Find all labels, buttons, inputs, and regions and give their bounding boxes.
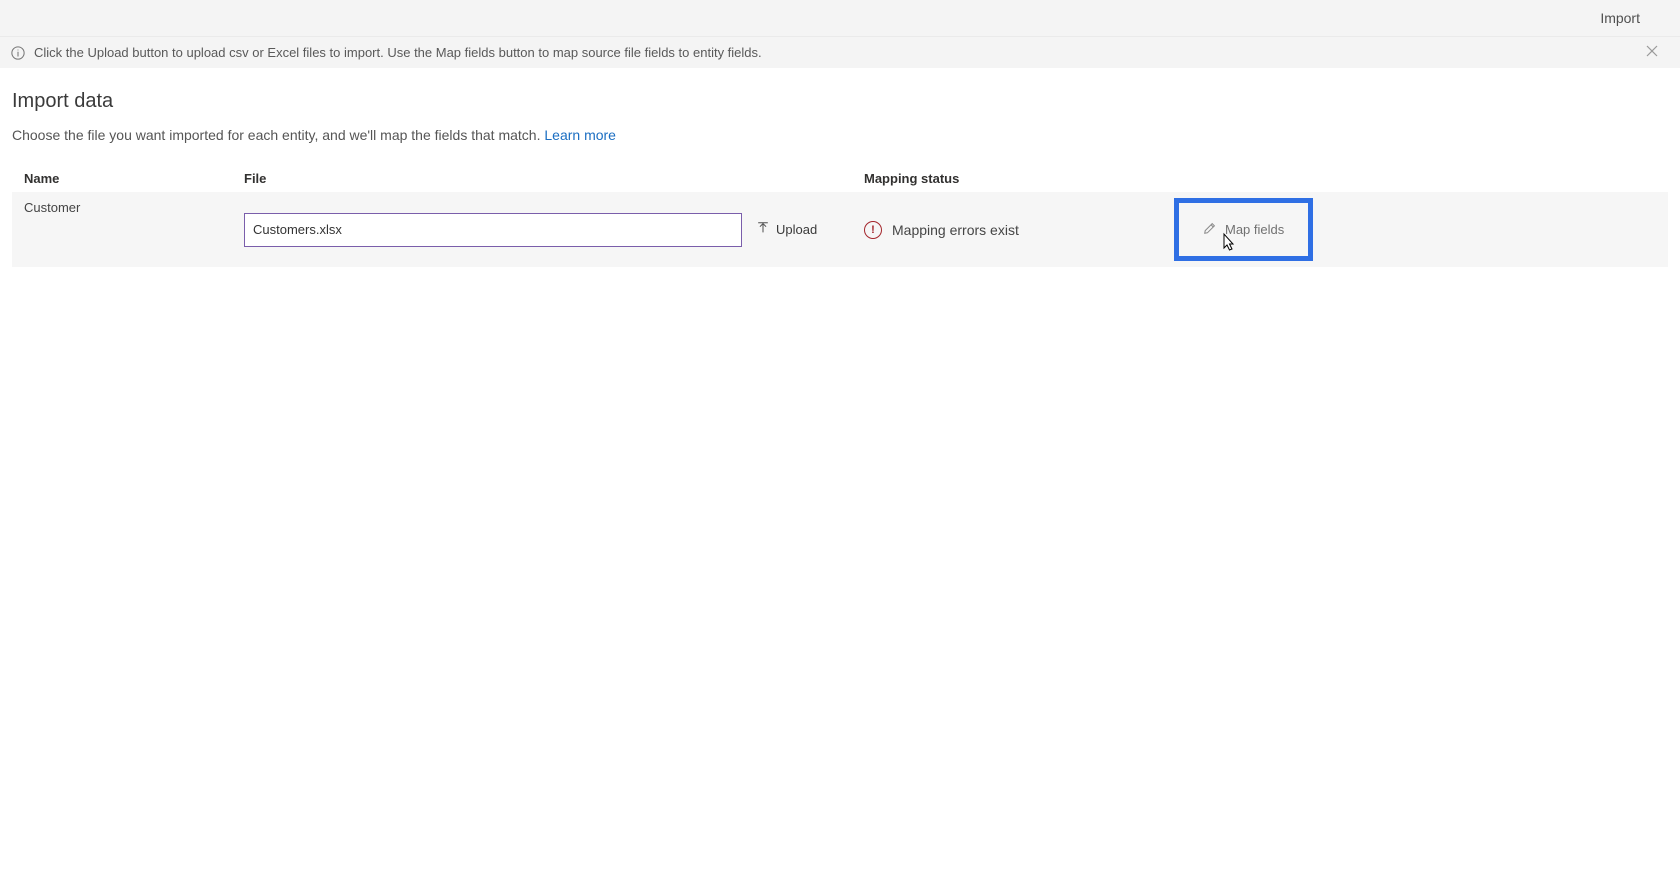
col-name: Name [24,171,244,186]
upload-button[interactable]: Upload [754,217,819,242]
learn-more-link[interactable]: Learn more [544,127,616,143]
info-text: Click the Upload button to upload csv or… [34,45,762,60]
map-fields-highlight: Map fields [1174,198,1313,261]
close-icon[interactable] [1646,45,1662,61]
info-bar: Click the Upload button to upload csv or… [0,36,1680,68]
info-icon [10,45,26,61]
entity-name: Customer [24,198,244,215]
mapping-status-text: Mapping errors exist [892,222,1019,238]
page-subtitle: Choose the file you want imported for ea… [12,127,1668,143]
entity-grid: Name File Mapping status Customer [12,171,1668,267]
upload-label: Upload [776,222,817,237]
table-row: Customer Upload [12,192,1478,267]
map-fields-button[interactable]: Map fields [1203,221,1284,238]
import-action[interactable]: Import [1600,10,1640,26]
grid-header: Name File Mapping status [12,171,1668,192]
file-name-input[interactable] [244,213,742,247]
page-title: Import data [12,90,1668,113]
page-content: Import data Choose the file you want imp… [0,68,1680,267]
map-fields-cell: Map fields [1174,198,1474,261]
map-fields-label: Map fields [1225,222,1284,237]
file-cell: Upload [244,213,864,247]
error-icon: ! [864,221,882,239]
page-subtitle-text: Choose the file you want imported for ea… [12,127,544,143]
col-mapping-status: Mapping status [864,171,1174,186]
grid-body: Customer Upload [12,192,1668,267]
mapping-status-cell: ! Mapping errors exist [864,221,1174,239]
col-file: File [244,171,864,186]
upload-icon [756,221,770,238]
header-bar: Import [0,0,1680,36]
pencil-icon [1203,221,1217,238]
